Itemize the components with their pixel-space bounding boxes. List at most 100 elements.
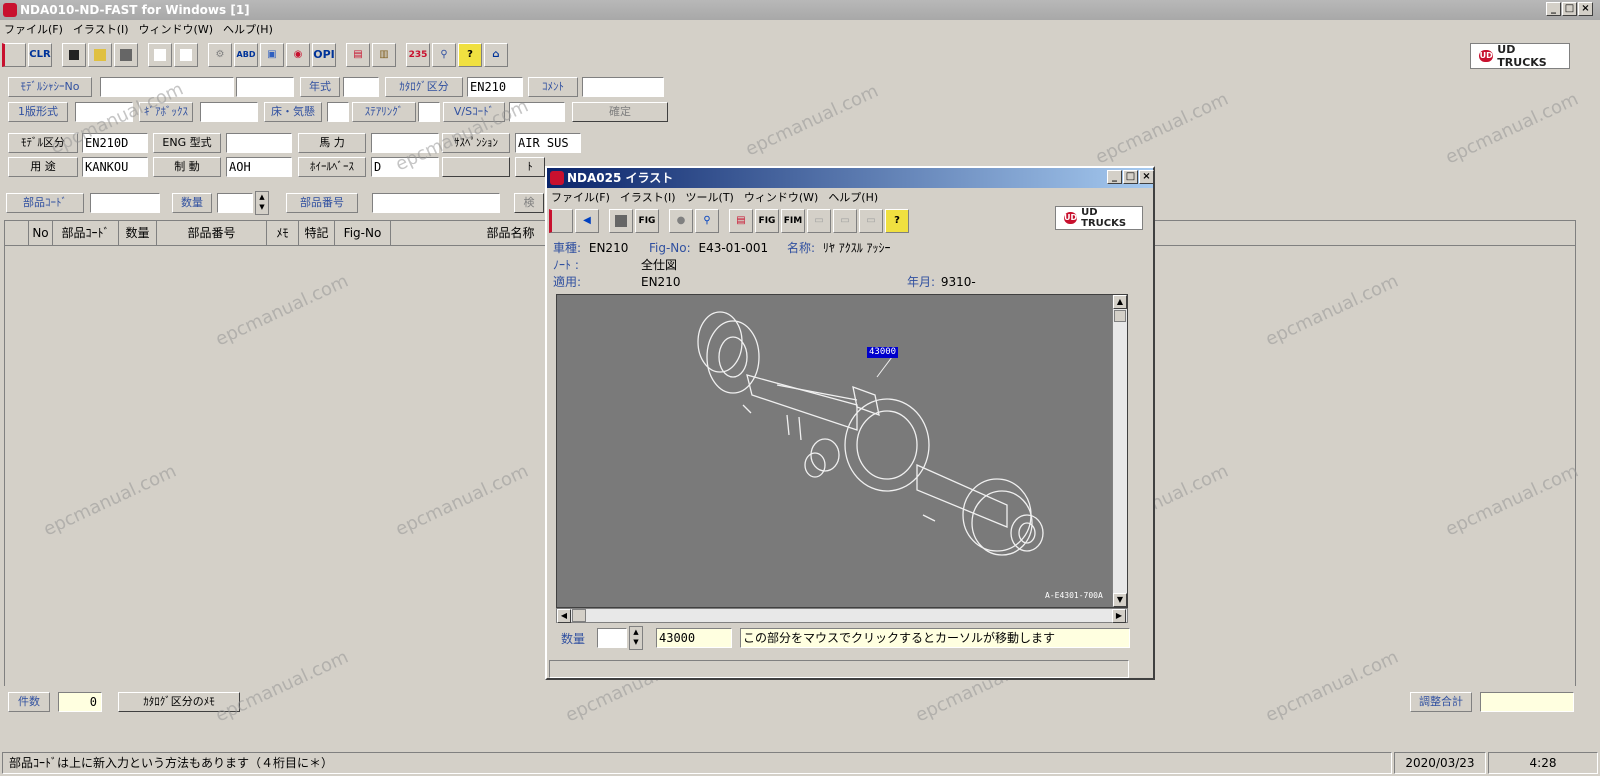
dialog-menu-tool[interactable]: ツール(T) — [682, 189, 740, 207]
qty-label: 数量 — [172, 193, 212, 213]
column-qty[interactable]: 数量 — [119, 221, 157, 245]
scroll-up-button[interactable]: ▲ — [1113, 295, 1127, 309]
save-icon[interactable] — [62, 43, 86, 67]
print-icon[interactable] — [114, 43, 138, 67]
dialog-minimize-button[interactable]: _ — [1107, 170, 1122, 184]
menu-illust[interactable]: イラスト(I) — [69, 21, 135, 39]
fim-icon[interactable]: FIM — [781, 209, 805, 233]
year-field[interactable] — [343, 77, 379, 97]
model-class-field[interactable]: EN210D — [82, 133, 148, 153]
qty-input[interactable] — [217, 193, 253, 213]
clear-icon[interactable]: CLR — [28, 43, 52, 67]
version-field[interactable] — [75, 102, 133, 122]
vs-code-field[interactable] — [509, 102, 565, 122]
menu-help[interactable]: ヘルプ(H) — [219, 21, 279, 39]
vertical-scrollbar[interactable]: ▲ ▼ — [1112, 295, 1127, 607]
back-arrow-icon[interactable]: ◀ — [575, 209, 599, 233]
confirm-button[interactable]: 確定 — [572, 102, 668, 122]
image-icon[interactable]: ▣ — [260, 43, 284, 67]
menu-window[interactable]: ウィンドウ(W) — [135, 21, 219, 39]
floor-field[interactable] — [327, 102, 349, 122]
comment-field[interactable] — [582, 77, 664, 97]
clipboard-icon[interactable]: ▥ — [372, 43, 396, 67]
wheelbase-field[interactable]: D — [371, 157, 439, 177]
dialog-maximize-button[interactable]: □ — [1123, 170, 1138, 184]
scroll-right-button[interactable]: ▶ — [1112, 609, 1126, 623]
gearbox-field[interactable] — [200, 102, 258, 122]
book-icon[interactable]: ▤ — [346, 43, 370, 67]
catalog-field[interactable]: EN210 — [467, 77, 523, 97]
circle-icon[interactable]: ● — [669, 209, 693, 233]
floor-label: 床・気懸 — [264, 102, 322, 122]
dialog-menu-help[interactable]: ヘルプ(H) — [824, 189, 884, 207]
scroll-left-button[interactable]: ◀ — [557, 609, 571, 623]
callout-label[interactable]: 43000 — [867, 347, 899, 358]
zoom-icon[interactable]: ⚲ — [695, 209, 719, 233]
app-title: NDA010-ND-FAST for Windows [1] — [20, 3, 250, 17]
dialog-status-bar — [549, 660, 1129, 678]
dialog-print-icon[interactable] — [609, 209, 633, 233]
binoculars-icon[interactable]: ⚲ — [432, 43, 456, 67]
dialog-close-button[interactable]: × — [1139, 170, 1154, 184]
suspension-label: ｻｽﾍﾟﾝｼｮﾝ — [442, 133, 510, 153]
open-folder-icon[interactable] — [88, 43, 112, 67]
close-button[interactable]: × — [1578, 2, 1593, 16]
copy-icon[interactable] — [174, 43, 198, 67]
fig-list-icon[interactable]: FIG — [755, 209, 779, 233]
dialog-qty-label: 数量 — [561, 632, 586, 646]
calendar-235-icon[interactable]: 235 — [406, 43, 430, 67]
brake-field[interactable]: AOH — [226, 157, 292, 177]
help-icon[interactable]: ? — [458, 43, 482, 67]
model-chassis-field-2[interactable] — [236, 77, 294, 97]
house-icon[interactable]: ⌂ — [484, 43, 508, 67]
horsepower-field[interactable] — [371, 133, 439, 153]
dialog-menu-file[interactable]: ファイル(F) — [547, 189, 616, 207]
app-logo-icon — [3, 3, 17, 17]
wheelbase-extra-button[interactable] — [442, 157, 510, 177]
qty-stepper[interactable]: ▲ ▼ — [255, 191, 269, 215]
column-select[interactable] — [5, 221, 29, 245]
column-fig-no[interactable]: Fig-No — [335, 221, 391, 245]
part-no-input[interactable] — [372, 193, 500, 213]
dialog-qty-input[interactable] — [597, 628, 627, 648]
hscroll-thumb[interactable] — [572, 609, 586, 622]
column-parts-code[interactable]: 部品ｺｰﾄﾞ — [53, 221, 119, 245]
steering-field[interactable] — [418, 102, 440, 122]
dialog-part-field[interactable]: 43000 — [656, 628, 732, 648]
column-part-no[interactable]: 部品番号 — [157, 221, 267, 245]
opi-icon[interactable]: OPI — [312, 43, 336, 67]
model-class-label: ﾓﾃﾞﾙ区分 — [8, 133, 78, 153]
search-button[interactable]: 検 — [514, 193, 544, 213]
illustration-canvas[interactable]: 43000 A-E4301-700A ▲ ▼ — [556, 294, 1128, 608]
minimize-button[interactable]: _ — [1546, 2, 1561, 16]
model-chassis-field[interactable] — [100, 77, 234, 97]
dialog-exit-icon[interactable] — [549, 209, 573, 233]
extra-button[interactable]: ﾄ — [515, 157, 545, 177]
catalog-memo-button[interactable]: ｶﾀﾛｸﾞ区分のﾒﾓ — [118, 692, 240, 712]
scroll-down-button[interactable]: ▼ — [1113, 593, 1127, 607]
suspension-field[interactable]: AIR SUS — [515, 133, 581, 153]
dialog-menu-illust[interactable]: イラスト(I) — [616, 189, 682, 207]
status-message: 部品ｺｰﾄﾞは上に新入力という方法もあります（４桁目に＊） — [2, 752, 1392, 774]
eng-type-field[interactable] — [226, 133, 292, 153]
abd-line-icon[interactable]: ABD — [234, 43, 258, 67]
dialog-menu-window[interactable]: ウィンドウ(W) — [740, 189, 824, 207]
maximize-button[interactable]: □ — [1562, 2, 1577, 16]
column-no[interactable]: No — [29, 221, 53, 245]
dialog-book-icon[interactable]: ▤ — [729, 209, 753, 233]
list-icon[interactable] — [148, 43, 172, 67]
target-icon[interactable]: ◉ — [286, 43, 310, 67]
usage-field[interactable]: KANKOU — [82, 157, 148, 177]
exit-icon[interactable] — [2, 43, 26, 67]
gear-icon[interactable]: ⚙ — [208, 43, 232, 67]
parts-code-input[interactable] — [90, 193, 160, 213]
column-memo[interactable]: ﾒﾓ — [267, 221, 299, 245]
column-special[interactable]: 特記 — [299, 221, 335, 245]
fig-icon[interactable]: FIG — [635, 209, 659, 233]
menu-file[interactable]: ファイル(F) — [0, 21, 69, 39]
dialog-help-icon[interactable]: ? — [885, 209, 909, 233]
dialog-qty-stepper[interactable]: ▲ ▼ — [629, 626, 643, 650]
gearbox-label: ｷﾞｱﾎﾞｯｸｽ — [139, 102, 193, 122]
horizontal-scrollbar[interactable]: ◀ ▶ — [556, 608, 1128, 623]
scroll-thumb[interactable] — [1114, 310, 1126, 322]
